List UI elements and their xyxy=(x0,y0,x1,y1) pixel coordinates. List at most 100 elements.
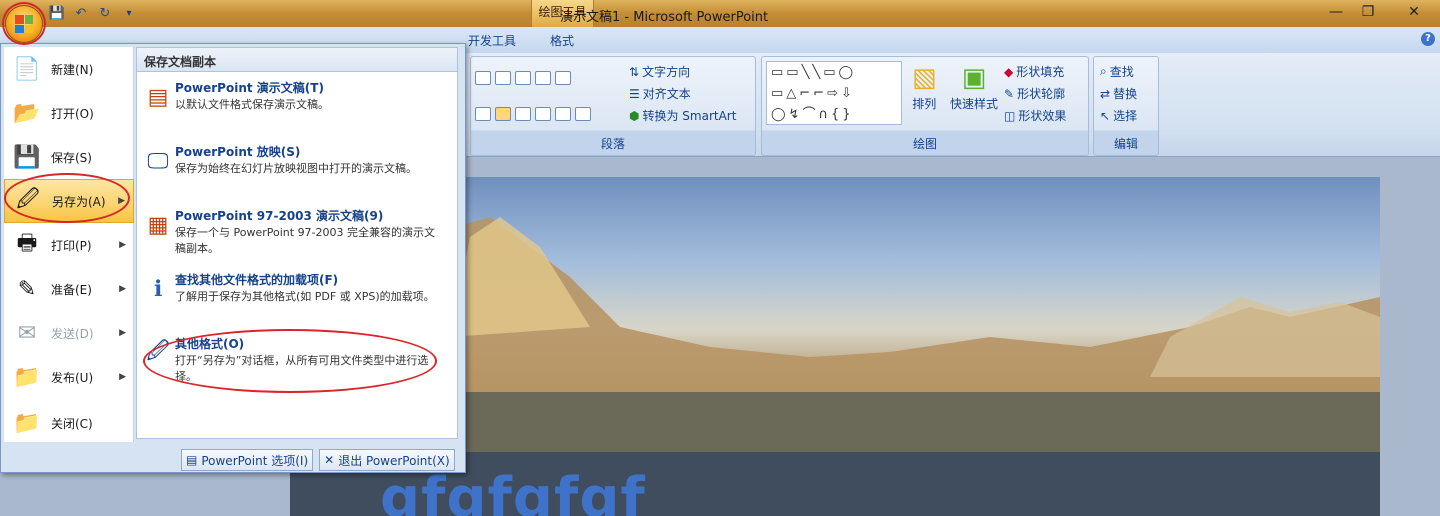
align-text-button[interactable]: ☰ 对齐文本 xyxy=(629,85,691,102)
shape-outline-button[interactable]: ✎ 形状轮廓 xyxy=(1004,85,1065,102)
sub-item-desc: 以默认文件格式保存演示文稿。 xyxy=(175,98,329,111)
menu-item-publish[interactable]: 📁 发布(U) ▶ xyxy=(4,355,134,399)
sub-item-desc: 保存为始终在幻灯片放映视图中打开的演示文稿。 xyxy=(175,162,417,175)
arrange-label: 排列 xyxy=(912,97,937,111)
annotation-circle-save-as xyxy=(4,173,130,223)
minimize-button[interactable]: — xyxy=(1322,3,1350,21)
annotation-circle-other-formats xyxy=(143,329,437,393)
info-document-icon: ℹ xyxy=(153,276,163,302)
exit-powerpoint-button[interactable]: ✕ 退出 PowerPoint(X) xyxy=(319,449,455,471)
save-ppt97-item[interactable]: ▦ PowerPoint 97-2003 演示文稿(9) 保存一个与 PowerP… xyxy=(141,208,457,257)
quick-styles-button[interactable]: ▣ 快速样式 xyxy=(950,63,998,112)
save-pptx-text: PowerPoint 演示文稿(T) 以默认文件格式保存演示文稿。 xyxy=(175,80,329,114)
sub-item-desc: 了解用于保存为其他格式(如 PDF 或 XPS)的加载项。 xyxy=(175,290,435,303)
menu-item-label: 打开(O) xyxy=(51,106,94,121)
numbering-icon[interactable] xyxy=(495,71,511,85)
menu-item-label: 打印(P) xyxy=(51,238,92,253)
find-addins-text: 查找其他文件格式的加载项(F) 了解用于保存为其他格式(如 PDF 或 XPS)的… xyxy=(175,272,437,306)
save-ppsx-item[interactable]: 🖵 PowerPoint 放映(S) 保存为始终在幻灯片放映视图中打开的演示文稿。 xyxy=(141,144,457,178)
menu-item-new[interactable]: 📄 新建(N) xyxy=(4,47,134,91)
align-left-icon[interactable] xyxy=(475,107,491,121)
decrease-indent-icon[interactable] xyxy=(515,71,531,85)
menu-item-open[interactable]: 📂 打开(O) xyxy=(4,91,134,135)
find-addins-item[interactable]: ℹ 查找其他文件格式的加载项(F) 了解用于保存为其他格式(如 PDF 或 XPS… xyxy=(141,272,457,306)
distributed-icon[interactable] xyxy=(555,107,571,121)
tab-developer[interactable]: 开发工具 xyxy=(468,32,516,49)
align-center-icon[interactable] xyxy=(495,107,511,121)
submenu-header: 保存文档副本 xyxy=(137,48,457,72)
drawing-group-label: 绘图 xyxy=(912,137,937,151)
close-button[interactable]: ✕ xyxy=(1400,3,1428,21)
sub-item-title: 查找其他文件格式的加载项(F) xyxy=(175,273,339,287)
options-label: PowerPoint 选项(I) xyxy=(201,453,309,468)
increase-indent-icon[interactable] xyxy=(535,71,551,85)
menu-item-close[interactable]: 📁 关闭(C) xyxy=(4,401,134,445)
window-title: 演示文稿1 - Microsoft PowerPoint xyxy=(560,10,769,25)
sub-item-title: PowerPoint 演示文稿(T) xyxy=(175,81,324,95)
menu-item-label: 发布(U) xyxy=(51,370,94,385)
shape-effects-label: 形状效果 xyxy=(1018,109,1067,123)
qat-redo-icon[interactable]: ↻ xyxy=(96,4,114,22)
exit-icon: ✕ xyxy=(324,453,335,467)
paragraph-group: ⇅ 文字方向 ☰ 对齐文本 ⬢ 转换为 SmartArt 段落 xyxy=(470,56,756,156)
printer-icon: 🖶 xyxy=(16,231,38,256)
submenu-arrow-icon: ▶ xyxy=(119,328,126,338)
submenu-arrow-icon: ▶ xyxy=(119,240,126,250)
shape-fill-icon: ◆ xyxy=(1004,64,1014,79)
find-label: 查找 xyxy=(1109,65,1134,79)
annotation-circle-office-button xyxy=(2,2,46,45)
align-text-icon: ☰ xyxy=(629,86,640,101)
quick-styles-icon: ▣ xyxy=(961,63,987,93)
qat-save-icon[interactable]: 💾 xyxy=(48,4,66,22)
arrange-icon: ▧ xyxy=(912,63,937,93)
align-right-icon[interactable] xyxy=(515,107,531,121)
shapes-gallery[interactable]: ▭▭╲╲▭◯ ▭△⌐⌐⇨⇩ ◯↯⌒∩{} xyxy=(766,61,902,125)
replace-button[interactable]: ⇄ 替换 xyxy=(1100,85,1137,102)
office-menu-commands: 📄 新建(N) 📂 打开(O) 💾 保存(S) 🖉 另存为(A) ▶ 🖶 打印(P) ▶ ✎ 准… xyxy=(4,47,134,442)
new-document-icon: 📄 xyxy=(13,56,41,82)
sub-item-title: PowerPoint 放映(S) xyxy=(175,145,301,159)
save-pptx-item[interactable]: ▤ PowerPoint 演示文稿(T) 以默认文件格式保存演示文稿。 xyxy=(141,80,457,114)
quick-access-toolbar: 💾 ↶ ↻ ▾ xyxy=(48,4,138,22)
select-button[interactable]: ↖ 选择 xyxy=(1100,107,1137,124)
convert-smartart-label: 转换为 SmartArt xyxy=(642,109,737,123)
menu-item-label: 发送(D) xyxy=(51,326,94,341)
save-icon: 💾 xyxy=(13,144,41,170)
menu-item-print[interactable]: 🖶 打印(P) ▶ xyxy=(4,223,134,267)
text-direction-button[interactable]: ⇅ 文字方向 xyxy=(629,63,690,80)
restore-button[interactable]: ❐ xyxy=(1354,3,1382,21)
find-button[interactable]: ⌕ 查找 xyxy=(1100,63,1134,80)
office-menu: 📄 新建(N) 📂 打开(O) 💾 保存(S) 🖉 另存为(A) ▶ 🖶 打印(P) ▶ ✎ 准… xyxy=(0,43,466,473)
replace-icon: ⇄ xyxy=(1100,86,1111,101)
office-menu-footer: ▤ PowerPoint 选项(I) ✕ 退出 PowerPoint(X) xyxy=(181,449,455,471)
help-icon[interactable]: ? xyxy=(1421,32,1435,46)
convert-smartart-button[interactable]: ⬢ 转换为 SmartArt xyxy=(629,107,736,124)
shape-fill-button[interactable]: ◆ 形状填充 xyxy=(1004,63,1064,80)
shape-effects-button[interactable]: ◫ 形状效果 xyxy=(1004,107,1066,124)
slideshow-file-icon: 🖵 xyxy=(147,148,169,174)
qat-undo-icon[interactable]: ↶ xyxy=(72,4,90,22)
pptx-file-icon: ▤ xyxy=(147,84,169,110)
save-ppsx-text: PowerPoint 放映(S) 保存为始终在幻灯片放映视图中打开的演示文稿。 xyxy=(175,144,435,178)
powerpoint-options-button[interactable]: ▤ PowerPoint 选项(I) xyxy=(181,449,314,471)
tab-format[interactable]: 格式 xyxy=(550,32,574,49)
find-icon: ⌕ xyxy=(1100,64,1107,78)
editing-group-label: 编辑 xyxy=(1113,137,1138,151)
menu-item-prepare[interactable]: ✎ 准备(E) ▶ xyxy=(4,267,134,311)
shape-outline-icon: ✎ xyxy=(1004,86,1015,101)
arrange-button[interactable]: ▧ 排列 xyxy=(912,63,937,112)
list-buttons-row xyxy=(475,71,571,85)
exit-label: 退出 PowerPoint(X) xyxy=(338,453,450,468)
send-icon: ✉ xyxy=(17,320,37,346)
publish-icon: 📁 xyxy=(13,364,41,390)
align-text-label: 对齐文本 xyxy=(642,87,691,101)
sub-item-desc: 保存一个与 PowerPoint 97-2003 完全兼容的演示文稿副本。 xyxy=(175,226,436,255)
bullets-icon[interactable] xyxy=(475,71,491,85)
slide-text-box[interactable]: gfgfgfgf xyxy=(380,466,646,516)
qat-customize-icon[interactable]: ▾ xyxy=(120,4,138,22)
columns-icon[interactable] xyxy=(575,107,591,121)
prepare-icon: ✎ xyxy=(17,276,37,302)
line-spacing-icon[interactable] xyxy=(555,71,571,85)
justify-icon[interactable] xyxy=(535,107,551,121)
quick-styles-label: 快速样式 xyxy=(950,97,999,111)
